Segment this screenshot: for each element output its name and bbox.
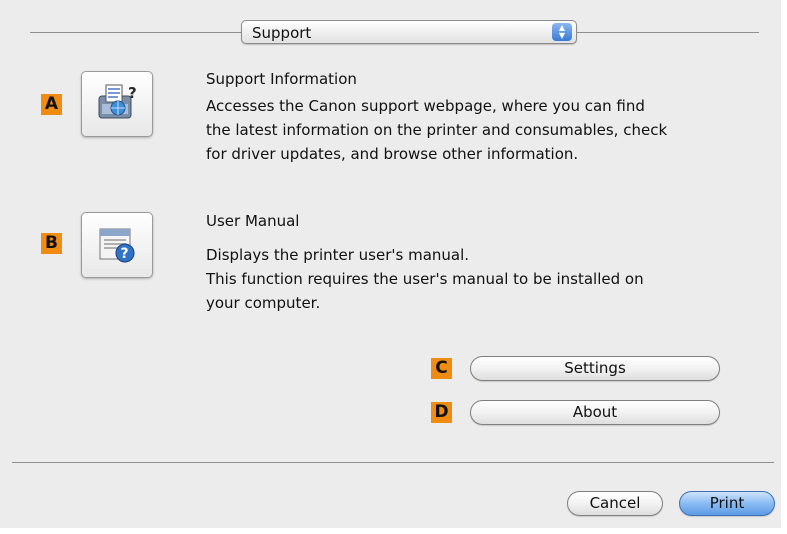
badge-b: B [41,233,62,254]
desc-line: the latest information on the printer an… [206,121,668,139]
desc-line: This function requires the user's manual… [206,270,644,288]
badge-d: D [431,402,452,423]
window-edge-right [781,0,787,534]
desc-line: your computer. [206,294,321,312]
svg-text:?: ? [121,246,129,262]
footer-divider [12,462,774,463]
desc-line: Accesses the Canon support webpage, wher… [206,97,645,115]
badge-a: A [41,94,62,115]
desc-line: for driver updates, and browse other inf… [206,145,579,163]
panel-select-popup[interactable]: Support ▲ ▼ [241,20,577,44]
settings-button[interactable]: Settings [470,356,720,381]
user-manual-desc: Displays the printer user's manual. This… [206,243,766,315]
user-manual-button[interactable]: ? [81,212,153,278]
print-button[interactable]: Print [679,491,775,516]
badge-c: C [431,358,452,379]
user-manual-title: User Manual [206,212,300,230]
user-manual-icon: ? [99,228,135,263]
support-information-button[interactable]: ? [81,71,153,137]
header-divider-left [30,32,241,33]
panel-select-value: Support [252,24,312,42]
about-button[interactable]: About [470,400,720,425]
svg-text:?: ? [128,84,137,102]
header-divider-right [577,32,759,33]
up-down-arrows-icon: ▲ ▼ [552,23,572,41]
print-dialog: Support ▲ ▼ A ? Support Information Acces… [0,0,787,534]
desc-line: Displays the printer user's manual. [206,246,470,264]
support-information-title: Support Information [206,70,357,88]
cancel-button[interactable]: Cancel [567,491,663,516]
support-information-desc: Accesses the Canon support webpage, wher… [206,94,766,166]
window-edge-bottom [0,528,787,534]
support-info-icon: ? [98,84,137,119]
